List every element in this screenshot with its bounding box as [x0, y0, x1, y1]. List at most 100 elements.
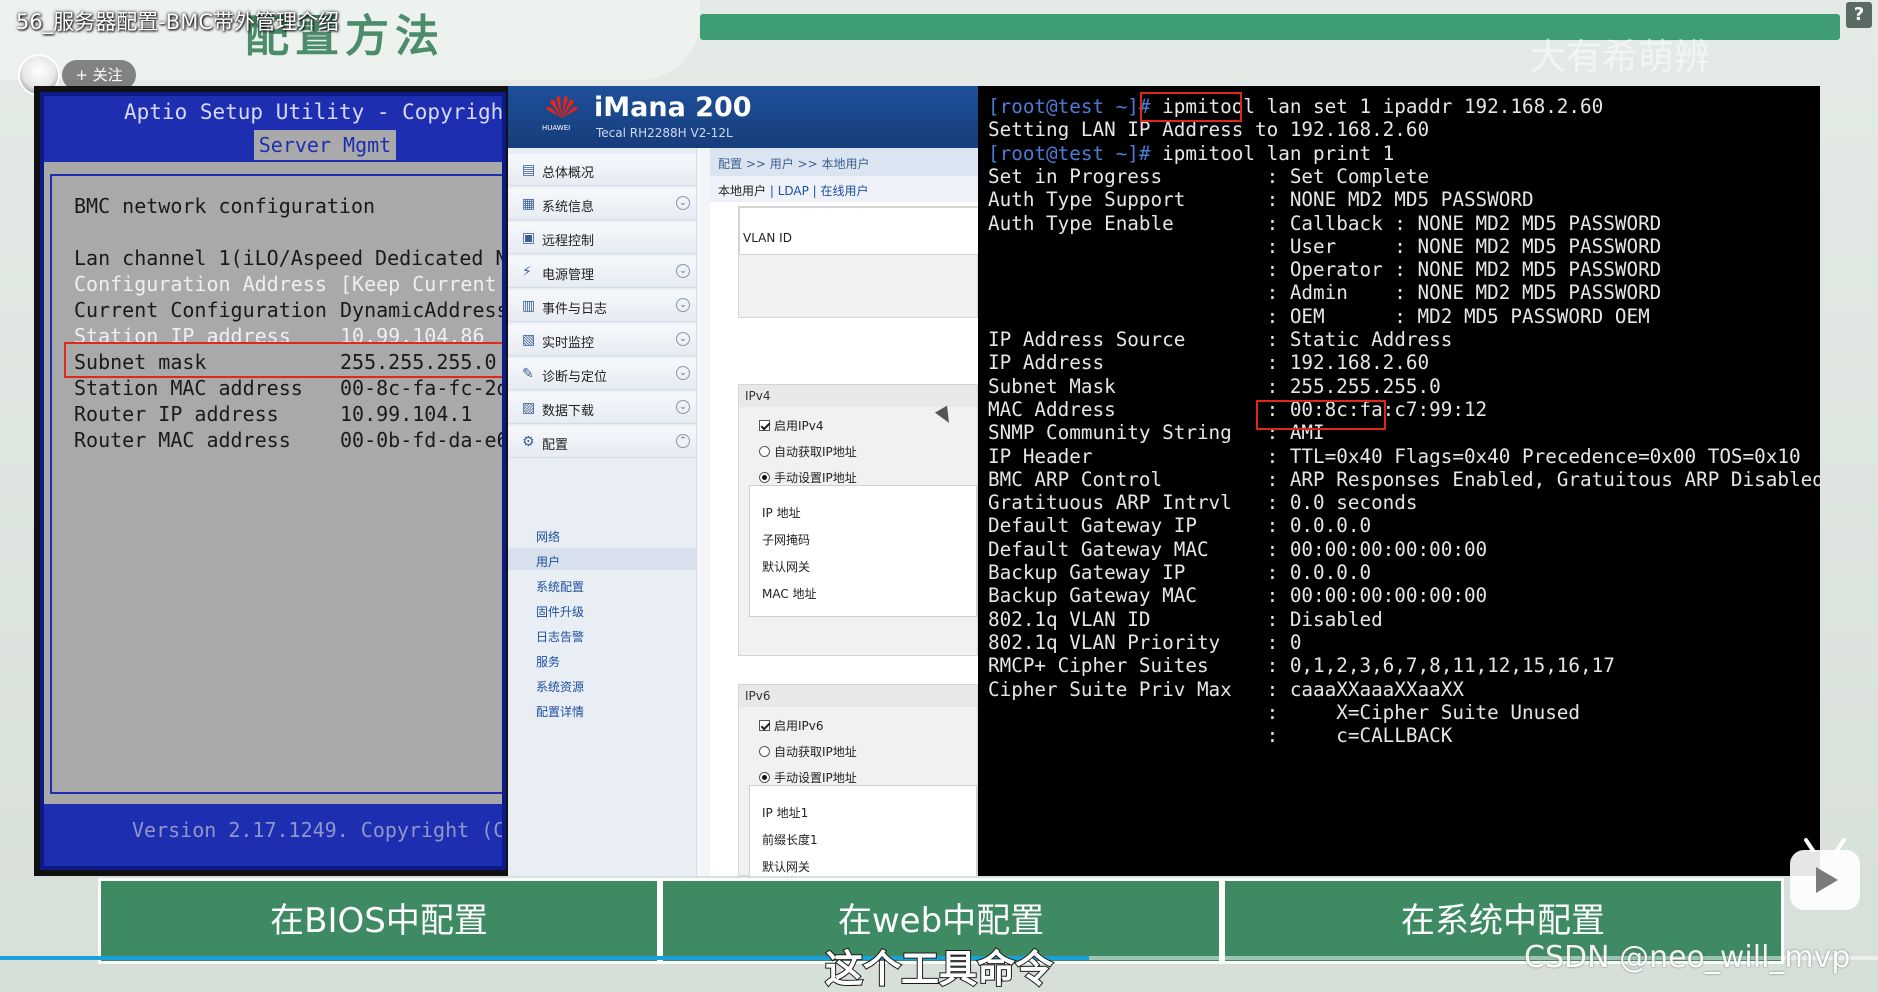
bios-station-ip-highlight	[64, 342, 502, 378]
chevron-down-icon[interactable]: ⌄	[676, 264, 690, 278]
remote-icon: ▣	[522, 230, 536, 246]
ipv6-auto-label: 自动获取IP地址	[774, 745, 857, 759]
info-icon: ▦	[522, 196, 536, 212]
sidebar-subitem[interactable]: 网络	[536, 528, 560, 545]
chevron-up-icon[interactable]: ⌃	[676, 434, 690, 448]
terminal-text: Backup Gateway MAC : 00:00:00:00:00:00	[988, 584, 1488, 608]
ipv4-manual-radio[interactable]: 手动设置IP地址	[759, 469, 857, 486]
radio-icon	[759, 446, 770, 457]
terminal-ip-highlight	[1256, 400, 1386, 430]
chevron-down-icon[interactable]: ⌄	[676, 298, 690, 312]
radio-icon	[759, 746, 770, 757]
sidebar-item-remote[interactable]: ▣ 远程控制	[508, 222, 696, 254]
csdn-watermark: CSDN @neo_will_mvp	[1524, 940, 1851, 975]
bios-row-label[interactable]: Configuration Address	[74, 272, 327, 296]
terminal-text: RMCP+ Cipher Suites : 0,1,2,3,6,7,8,11,1…	[988, 654, 1615, 678]
ipv6-manual-radio[interactable]: 手动设置IP地址	[759, 769, 857, 786]
ipv4-enable-checkbox[interactable]: 启用IPv4	[759, 417, 824, 434]
chevron-down-icon[interactable]: ⌄	[676, 366, 690, 380]
terminal-line: Gratituous ARP Intrvl : 0.0 seconds	[988, 490, 1418, 516]
terminal-line: : Admin : NONE MD2 MD5 PASSWORD	[988, 280, 1662, 306]
terminal-text: Set in Progress : Set Complete	[988, 164, 1430, 188]
terminal-line: IP Header : TTL=0x40 Flags=0x40 Preceden…	[988, 444, 1801, 470]
tab-ldap[interactable]: LDAP	[778, 184, 809, 198]
sidebar-item-label: 系统信息	[542, 200, 595, 215]
web-model: Tecal RH2288H V2-12L	[596, 126, 733, 140]
play-icon[interactable]	[1790, 850, 1860, 910]
sidebar-subitem[interactable]: 用户	[536, 553, 560, 570]
bios-row-label[interactable]: Station MAC address	[74, 376, 303, 400]
ipv4-auto-label: 自动获取IP地址	[774, 445, 857, 459]
ipv6-enable-checkbox[interactable]: 启用IPv6	[759, 717, 824, 734]
terminal-prompt: [root@test ~]#	[988, 95, 1163, 118]
ipv6-auto-radio[interactable]: 自动获取IP地址	[759, 743, 857, 760]
bios-row-value: 00-8c-fa-fc-2d-	[340, 376, 506, 400]
bios-row-label[interactable]: Router MAC address	[74, 428, 291, 452]
ipv6-field-label: IP 地址1	[762, 806, 809, 820]
vlan-label: VLAN ID	[743, 231, 792, 245]
terminal-line: MAC Address : 00:8c:fa:c7:99:12	[988, 397, 1487, 423]
terminal-text: IP Address : 192.168.2.60	[988, 351, 1430, 375]
bios-row-label[interactable]: Router IP address	[74, 402, 279, 426]
terminal-line: Backup Gateway IP : 0.0.0.0	[988, 560, 1371, 586]
sidebar-item-monitor[interactable]: ▧ 实时监控 ⌄	[508, 324, 696, 356]
chevron-down-icon[interactable]: ⌄	[676, 400, 690, 414]
bios-heading: BMC network configuration	[74, 194, 376, 218]
terminal-text: Subnet Mask : 255.255.255.0	[988, 374, 1441, 398]
terminal-text: 802.1q VLAN Priority : 0	[988, 630, 1302, 654]
tab-local-user[interactable]: 本地用户	[718, 184, 766, 198]
terminal-text: Auth Type Enable : Callback : NONE MD2 M…	[988, 211, 1662, 235]
sidebar-item-label: 电源管理	[542, 268, 595, 283]
checkbox-icon	[759, 720, 770, 731]
sidebar-item-overview[interactable]: ▤ 总体概况	[508, 154, 696, 186]
terminal-text: IP Address Source : Static Address	[988, 328, 1453, 351]
user-subtabs: 本地用户 | LDAP | 在线用户	[710, 176, 978, 202]
sidebar-item-power[interactable]: ⚡ 电源管理 ⌄	[508, 256, 696, 288]
terminal-text: BMC ARP Control : ARP Responses Enabled,…	[988, 467, 1820, 491]
sidebar-item-diagnose[interactable]: ✎ 诊断与定位 ⌄	[508, 358, 696, 390]
terminal-line: : X=Cipher Suite Unused	[988, 700, 1580, 726]
terminal-line: [root@test ~]# ipmitool lan print 1	[988, 141, 1394, 167]
terminal-line: IP Address Source : Static Address	[988, 327, 1452, 353]
terminal-line: 802.1q VLAN ID : Disabled	[988, 607, 1383, 633]
log-icon: ▥	[522, 298, 536, 314]
chevron-down-icon[interactable]: ⌄	[676, 332, 690, 346]
bios-tab-server-mgmt[interactable]: Server Mgmt	[254, 130, 396, 160]
terminal[interactable]: [root@test ~]# ipmitool lan set 1 ipaddr…	[978, 86, 1820, 876]
terminal-text: MAC Address : 00:8c:fa:c7:99:12	[988, 397, 1488, 421]
terminal-text: Cipher Suite Priv Max : caaaXXaaaXXaaXX	[988, 677, 1464, 701]
bios-channel: Lan channel 1(iLO/Aspeed Dedicated NIC)	[74, 246, 506, 270]
terminal-line: BMC ARP Control : ARP Responses Enabled,…	[988, 467, 1820, 493]
terminal-text: Gratituous ARP Intrvl : 0.0 seconds	[988, 491, 1418, 515]
config-icon: ⚙	[522, 434, 535, 450]
sidebar-splitter[interactable]	[696, 148, 710, 876]
terminal-line: 802.1q VLAN Priority : 0	[988, 630, 1301, 656]
monitor-icon: ▧	[522, 332, 536, 348]
sidebar-item-config[interactable]: ⚙ 配置 ⌃	[508, 426, 696, 458]
ipv4-field-label: 子网掩码	[762, 533, 811, 547]
terminal-text: : X=Cipher Suite Unused	[988, 700, 1581, 724]
terminal-text: 802.1q VLAN ID : Disabled	[988, 607, 1383, 631]
terminal-text: : Admin : NONE MD2 MD5 PASSWORD	[988, 281, 1662, 305]
sidebar-subitem[interactable]: 服务	[536, 653, 560, 670]
sidebar-subitem[interactable]: 配置详情	[536, 703, 584, 720]
chevron-down-icon[interactable]: ⌄	[676, 196, 690, 210]
sidebar-subitem[interactable]: 系统资源	[536, 678, 584, 695]
bios-row-label[interactable]: Current Configuration	[74, 298, 327, 322]
sidebar-subitem[interactable]: 固件升级	[536, 603, 584, 620]
terminal-line: Set in Progress : Set Complete	[988, 164, 1429, 190]
ipv6-box: IPv6 启用IPv6 自动获取IP地址 手动设置IP地址 IP 地址1 前缀长度…	[738, 684, 978, 876]
sidebar-item-label: 实时监控	[542, 336, 595, 351]
terminal-text: : OEM : MD2 MD5 PASSWORD OEM	[988, 304, 1650, 328]
sidebar-item-log[interactable]: ▥ 事件与日志 ⌄	[508, 290, 696, 322]
ipv4-auto-radio[interactable]: 自动获取IP地址	[759, 443, 857, 460]
sidebar-subitem[interactable]: 系统配置	[536, 578, 584, 595]
tab-online-user[interactable]: 在线用户	[821, 184, 869, 198]
sidebar-item-info[interactable]: ▦ 系统信息 ⌄	[508, 188, 696, 220]
ipv4-enable-label: 启用IPv4	[774, 419, 824, 433]
sidebar-subitem[interactable]: 日志告警	[536, 628, 584, 645]
terminal-line: Backup Gateway MAC : 00:00:00:00:00:00	[988, 583, 1487, 609]
help-icon[interactable]: ?	[1846, 2, 1872, 28]
sidebar-item-download[interactable]: ▨ 数据下载 ⌄	[508, 392, 696, 424]
web-header: HUAWEI iMana 200 Tecal RH2288H V2-12L	[508, 86, 978, 148]
